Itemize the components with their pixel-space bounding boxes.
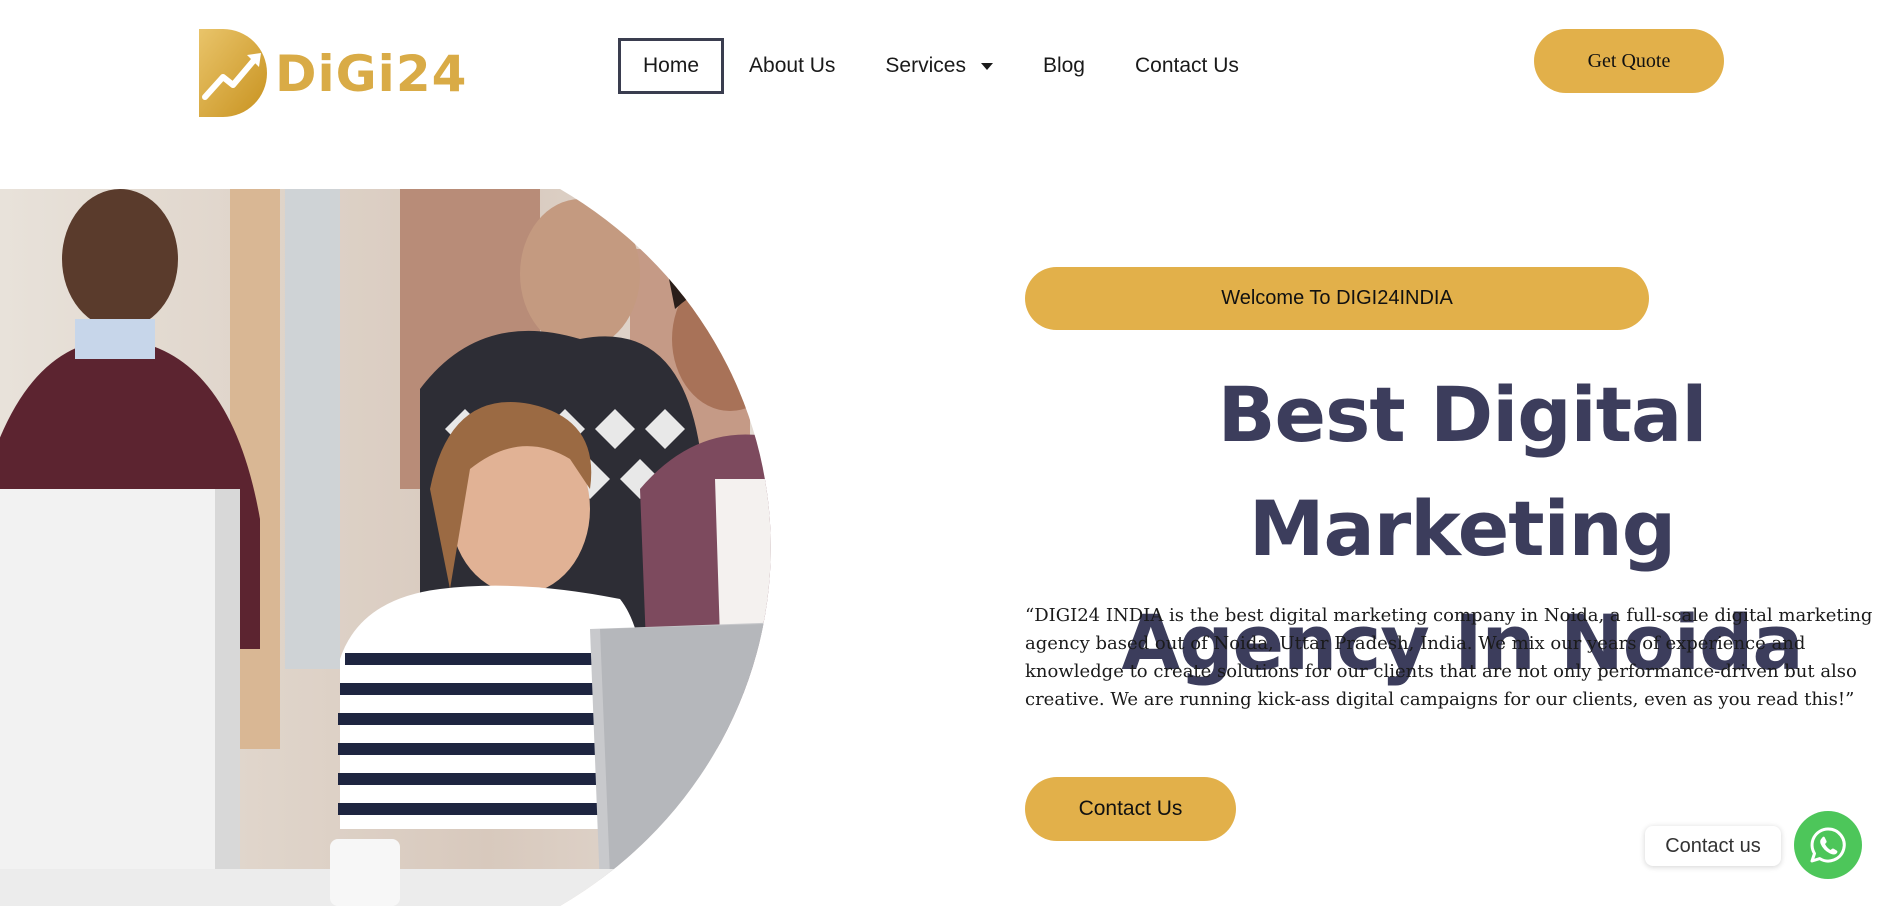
contact-us-button[interactable]: Contact Us	[1025, 777, 1236, 841]
nav-services-label: Services	[885, 54, 966, 77]
nav-contact-us-label: Contact Us	[1134, 54, 1239, 77]
logo-text: DiGi24	[275, 45, 468, 103]
whatsapp-label[interactable]: Contact us	[1645, 826, 1781, 866]
get-quote-button[interactable]: Get Quote	[1534, 29, 1724, 93]
whatsapp-button[interactable]	[1794, 811, 1862, 879]
nav-contact-us[interactable]: Contact Us	[1135, 38, 1239, 94]
nav-services[interactable]: Services	[885, 38, 993, 94]
main-nav: Home About Us Services Blog Contact Us	[618, 38, 1239, 94]
nav-home[interactable]: Home	[618, 38, 725, 94]
hero-image	[0, 189, 975, 906]
nav-about-us[interactable]: About Us	[749, 38, 835, 94]
nav-about-us-label: About Us	[749, 54, 836, 77]
chevron-down-icon[interactable]	[980, 62, 993, 70]
nav-home-label: Home	[643, 54, 700, 77]
welcome-badge: Welcome To DIGI24INDIA	[1025, 267, 1649, 330]
logo[interactable]: DiGi24	[197, 27, 467, 119]
nav-blog[interactable]: Blog	[1043, 38, 1085, 94]
hero-description: “DIGI24 INDIA is the best digital market…	[1025, 605, 1873, 710]
logo-mark-icon	[199, 29, 267, 117]
page-title-line-1: Best Digital Marketing	[1217, 370, 1708, 573]
whatsapp-icon	[1810, 827, 1846, 863]
nav-blog-label: Blog	[1042, 54, 1085, 77]
team-photo	[0, 189, 771, 906]
site-header: DiGi24 Home About Us Services Blog Conta…	[0, 0, 1899, 150]
